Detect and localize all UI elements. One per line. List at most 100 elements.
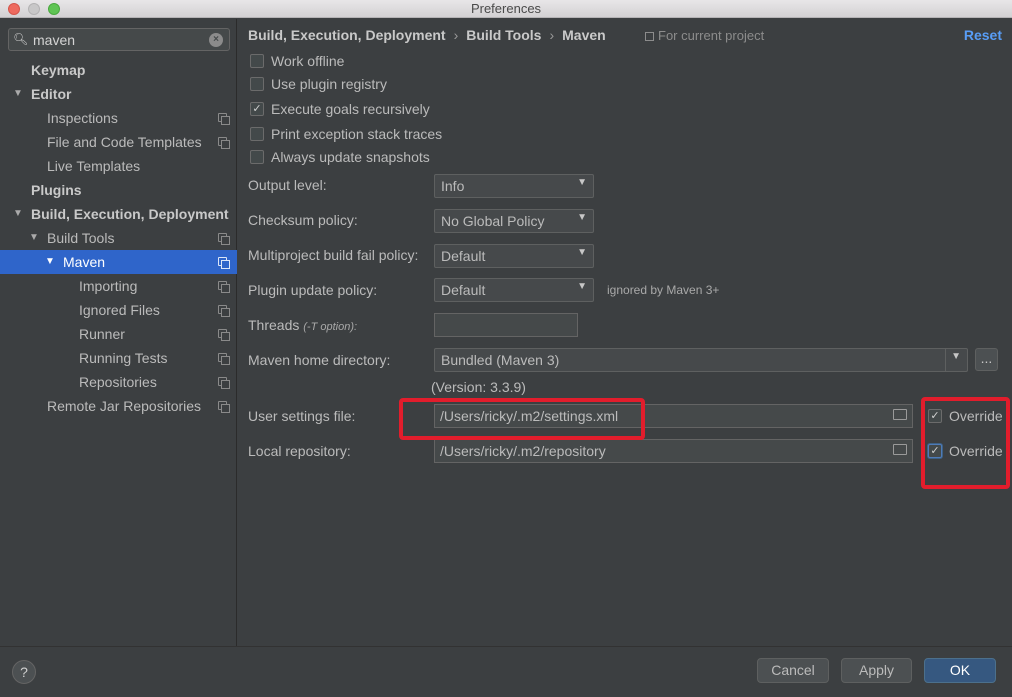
tree-item-repositories[interactable]: Repositories <box>0 370 237 394</box>
expanded-arrow-icon[interactable]: ▼ <box>45 250 55 274</box>
chevron-down-icon[interactable]: ▼ <box>577 177 587 188</box>
checksum-policy-label: Checksum policy: <box>248 212 358 228</box>
close-window-button[interactable] <box>8 3 20 15</box>
tree-item-label: Importing <box>79 278 138 294</box>
check-icon[interactable]: ✓ <box>250 102 264 116</box>
chevron-down-icon[interactable]: ▼ <box>577 247 587 258</box>
browse-maven-home-button[interactable]: ... <box>975 348 998 371</box>
chevron-down-icon[interactable]: ▼ <box>951 351 961 362</box>
project-scope-icon <box>218 377 230 389</box>
multiproject-policy-label: Multiproject build fail policy: <box>248 247 419 263</box>
tree-item-editor[interactable]: ▼ Editor <box>0 82 237 106</box>
checkbox-label: Always update snapshots <box>271 149 430 165</box>
apply-button[interactable]: Apply <box>841 658 912 683</box>
settings-sidebar: 🔍︎ maven × Keymap ▼ Editor Inspections F… <box>0 19 237 646</box>
project-scope-icon <box>218 233 230 245</box>
project-scope-icon <box>218 353 230 365</box>
tree-item-runner[interactable]: Runner <box>0 322 237 346</box>
expanded-arrow-icon[interactable]: ▼ <box>29 226 39 250</box>
tree-item-label: Runner <box>79 326 125 342</box>
local-repository-value[interactable]: /Users/ricky/.m2/repository <box>440 443 606 459</box>
tree-item-label: Ignored Files <box>79 302 160 318</box>
folder-icon[interactable] <box>893 444 907 455</box>
local-repository-label: Local repository: <box>248 443 351 459</box>
tree-item-label: Running Tests <box>79 350 168 366</box>
tree-item-ignored-files[interactable]: Ignored Files <box>0 298 237 322</box>
output-level-value: Info <box>441 178 465 194</box>
threads-label-text: Threads <box>248 317 300 333</box>
tree-item-build-execution-deployment[interactable]: ▼ Build, Execution, Deployment <box>0 202 237 226</box>
for-current-project-text: For current project <box>658 28 765 43</box>
checksum-policy-value: No Global Policy <box>441 213 545 229</box>
preferences-window: Preferences 🔍︎ maven × Keymap ▼ Editor I… <box>0 0 1012 697</box>
local-repository-input[interactable]: /Users/ricky/.m2/repository <box>434 439 913 463</box>
title-bar: Preferences <box>0 0 1012 18</box>
maven-home-label: Maven home directory: <box>248 352 391 368</box>
project-scope-icon <box>645 32 654 41</box>
tree-item-build-tools[interactable]: ▼ Build Tools <box>0 226 237 250</box>
minimize-window-button[interactable] <box>28 3 40 15</box>
breadcrumb-separator: › <box>549 27 555 43</box>
checkbox-box[interactable] <box>250 54 264 68</box>
user-settings-label: User settings file: <box>248 408 356 424</box>
tree-item-importing[interactable]: Importing <box>0 274 237 298</box>
tree-item-label: Inspections <box>47 110 118 126</box>
settings-search-field[interactable]: 🔍︎ maven × <box>8 28 230 51</box>
tree-item-file-and-code-templates[interactable]: File and Code Templates <box>0 130 237 154</box>
checkbox-box[interactable] <box>250 127 264 141</box>
for-current-project-label: For current project <box>645 28 764 43</box>
tree-item-maven[interactable]: ▼ Maven <box>0 250 237 274</box>
tree-item-running-tests[interactable]: Running Tests <box>0 346 237 370</box>
highlight-annotation-override <box>921 397 1010 489</box>
checksum-policy-select[interactable]: No Global Policy ▼ <box>434 209 594 233</box>
expanded-arrow-icon[interactable]: ▼ <box>13 82 23 106</box>
threads-input[interactable] <box>434 313 578 337</box>
checkbox-box[interactable] <box>250 150 264 164</box>
chevron-down-icon[interactable]: ▼ <box>577 281 587 292</box>
tree-item-label: File and Code Templates <box>47 134 202 150</box>
search-icon[interactable]: 🔍︎ <box>13 32 28 46</box>
tree-item-inspections[interactable]: Inspections <box>0 106 237 130</box>
highlight-annotation-settings-file <box>399 398 645 440</box>
plugin-update-policy-select[interactable]: Default ▼ <box>434 278 594 302</box>
zoom-window-button[interactable] <box>48 3 60 15</box>
settings-tree: Keymap ▼ Editor Inspections File and Cod… <box>0 58 237 418</box>
reset-link[interactable]: Reset <box>964 27 1002 43</box>
search-input[interactable]: maven <box>33 32 75 48</box>
tree-item-remote-jar-repositories[interactable]: Remote Jar Repositories <box>0 394 237 418</box>
checkbox-label: Print exception stack traces <box>271 126 443 142</box>
checkbox-label: Execute goals recursively <box>271 101 430 117</box>
clear-search-icon[interactable]: × <box>209 33 223 47</box>
multiproject-policy-select[interactable]: Default ▼ <box>434 244 594 268</box>
breadcrumb-item: Build Tools <box>466 27 542 43</box>
project-scope-icon <box>218 329 230 341</box>
project-scope-icon <box>218 137 230 149</box>
project-scope-icon <box>218 401 230 413</box>
breadcrumb-item: Maven <box>562 27 606 43</box>
checkbox-label: Use plugin registry <box>271 76 387 92</box>
window-title: Preferences <box>470 1 542 16</box>
output-level-select[interactable]: Info ▼ <box>434 174 594 198</box>
folder-icon[interactable] <box>893 409 907 420</box>
threads-label: Threads (-T option): <box>248 315 357 335</box>
maven-home-value: Bundled (Maven 3) <box>441 352 560 368</box>
tree-item-label: Plugins <box>31 182 82 198</box>
maven-home-select[interactable]: Bundled (Maven 3) ▼ <box>434 348 968 372</box>
tree-item-live-templates[interactable]: Live Templates <box>0 154 237 178</box>
chevron-down-icon[interactable]: ▼ <box>577 212 587 223</box>
tree-item-plugins[interactable]: Plugins <box>0 178 237 202</box>
maven-settings-panel: Build, Execution, Deployment › Build Tools… <box>238 19 1012 646</box>
tree-item-label: Keymap <box>31 62 86 78</box>
dialog-button-bar: ? Cancel Apply OK <box>0 646 1012 697</box>
ok-button[interactable]: OK <box>924 658 996 683</box>
tree-item-keymap[interactable]: Keymap <box>0 58 237 82</box>
multiproject-policy-value: Default <box>441 248 486 264</box>
help-button[interactable]: ? <box>12 660 36 684</box>
checkbox-box[interactable] <box>250 77 264 91</box>
expanded-arrow-icon[interactable]: ▼ <box>13 202 23 226</box>
project-scope-icon <box>218 305 230 317</box>
project-scope-icon <box>218 113 230 125</box>
tree-item-label: Live Templates <box>47 158 141 174</box>
cancel-button[interactable]: Cancel <box>757 658 829 683</box>
tree-item-label: Editor <box>31 86 72 102</box>
